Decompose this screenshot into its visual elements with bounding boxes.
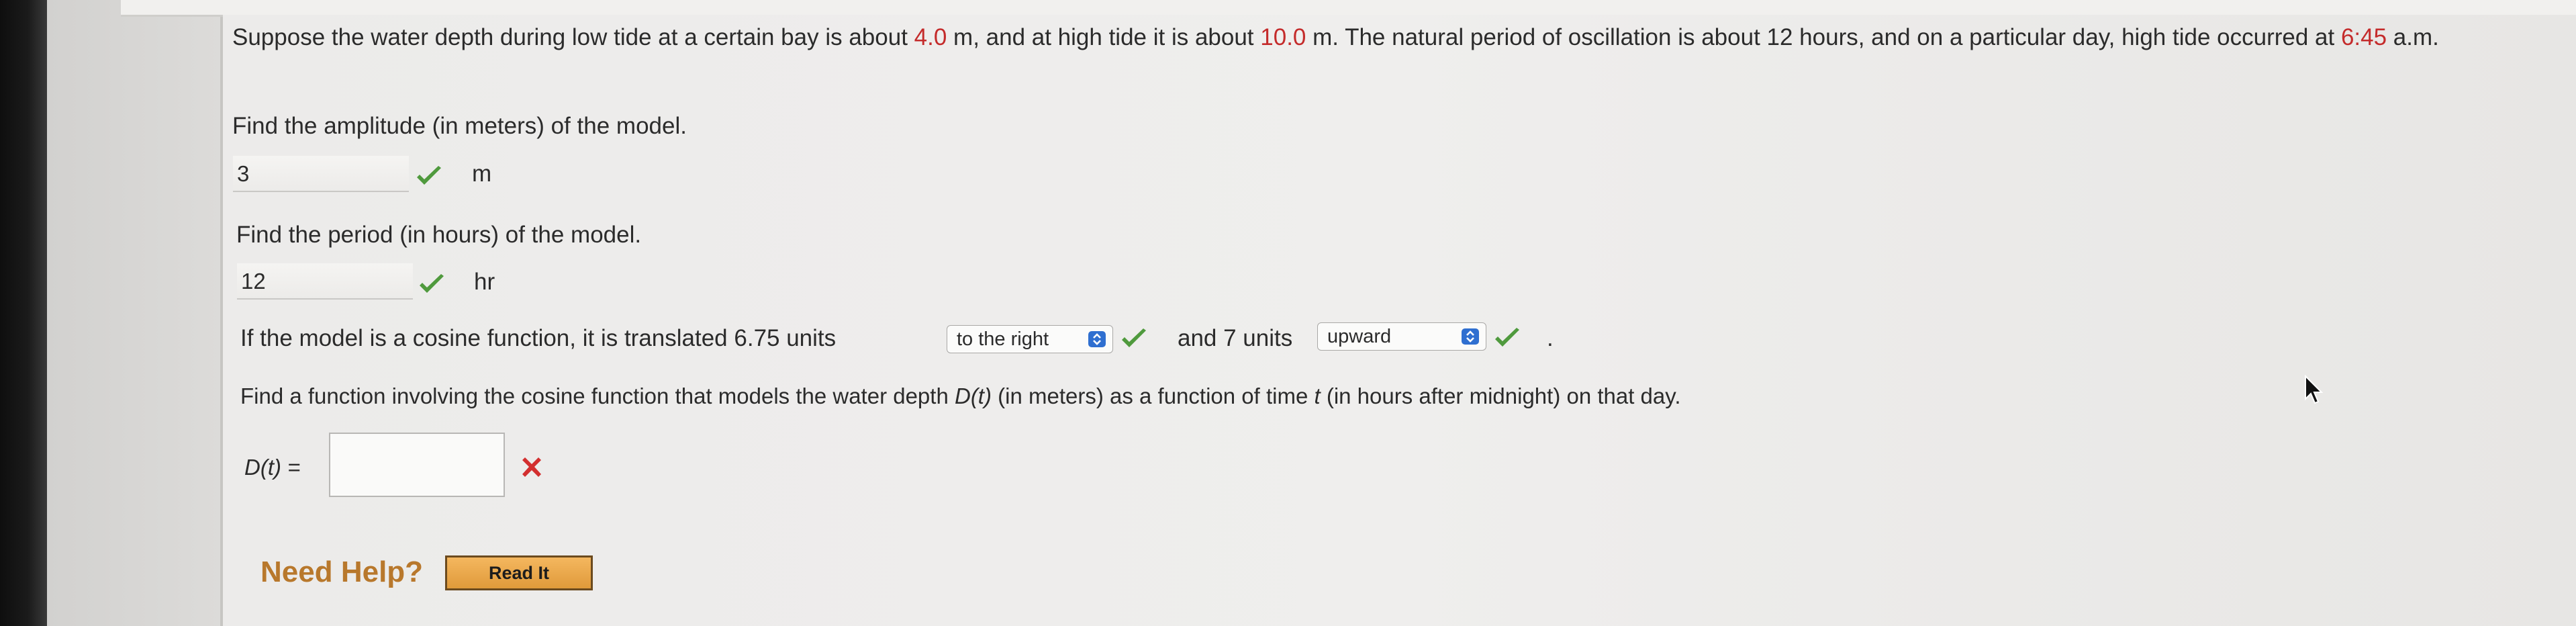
check-icon (1495, 328, 1519, 347)
check-icon (420, 274, 444, 293)
x-mark-icon (522, 457, 541, 477)
need-help-label: Need Help? (260, 555, 424, 588)
period-input[interactable]: 12 (237, 263, 413, 300)
low-tide-value: 4.0 (914, 24, 947, 50)
amplitude-prompt: Find the amplitude (in meters) of the mo… (232, 113, 687, 139)
read-it-button[interactable]: Read It (445, 555, 593, 590)
chevron-updown-icon (1088, 331, 1106, 347)
check-icon (417, 166, 441, 185)
check-icon (1122, 328, 1146, 347)
horizontal-direction-select[interactable]: to the right (947, 325, 1113, 353)
function-input[interactable] (329, 433, 505, 497)
question-intro: Suppose the water depth during low tide … (232, 24, 2439, 50)
vertical-direction-select[interactable]: upward (1317, 322, 1486, 351)
amplitude-input[interactable]: 3 (233, 156, 409, 192)
monitor-bezel (0, 0, 47, 626)
translation-text: If the model is a cosine function, it is… (240, 325, 837, 351)
period-prompt: Find the period (in hours) of the model. (236, 222, 642, 248)
period-unit: hr (474, 269, 495, 295)
mouse-cursor-icon (2305, 375, 2324, 404)
function-prompt: Find a function involving the cosine fun… (240, 384, 1681, 408)
high-tide-value: 10.0 (1260, 24, 1306, 50)
high-tide-time: 6:45 (2340, 24, 2387, 50)
chevron-updown-icon (1462, 328, 1479, 345)
question-panel (223, 15, 2576, 626)
amplitude-unit: m (472, 161, 492, 187)
function-label: D(t) = (244, 455, 301, 480)
translation-end-text: . (1547, 325, 1554, 351)
translation-middle-text: and 7 units (1178, 325, 1293, 351)
left-margin-panel (47, 0, 220, 626)
